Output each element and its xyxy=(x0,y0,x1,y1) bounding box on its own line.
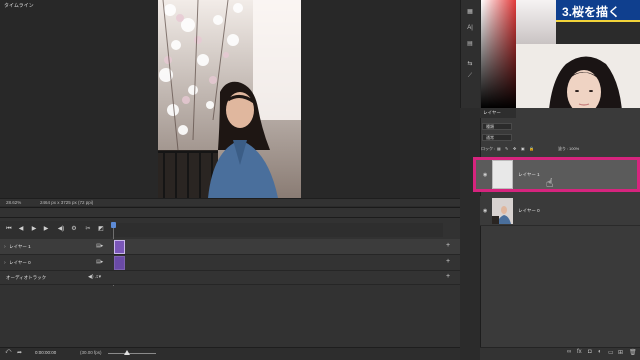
render-video-icon[interactable]: ➦ xyxy=(17,349,22,356)
track-row-audio[interactable]: オーディオトラック ◀) ♫▾ + xyxy=(0,271,460,285)
clip-layer-0[interactable] xyxy=(114,256,125,270)
color-field[interactable] xyxy=(481,0,516,108)
chevron-right-icon[interactable]: › xyxy=(4,244,6,250)
chapter-title: 3.桜を描く xyxy=(562,5,621,19)
transition-icon[interactable]: ◩ xyxy=(97,225,105,233)
convert-frame-icon[interactable]: ⤺ xyxy=(5,349,11,356)
panel-icon-strip xyxy=(460,0,480,108)
blend-mode-select[interactable]: 通常 xyxy=(482,134,512,141)
track-row-layer-0[interactable]: › レイヤー 0 ▤▸ + xyxy=(0,255,460,271)
go-to-first-frame-icon[interactable]: ⏮ xyxy=(5,225,13,233)
timeline-zoom-slider[interactable] xyxy=(108,353,156,354)
zoom-level[interactable]: 28.62% xyxy=(6,200,21,205)
lock-transparency-icon[interactable]: ▦ xyxy=(497,146,501,151)
lock-all-icon[interactable]: 🔒 xyxy=(529,146,534,151)
film-icon[interactable]: ▤▸ xyxy=(96,259,103,265)
chapter-title-card: 3.桜を描く xyxy=(556,0,640,22)
previous-frame-icon[interactable]: ◀ xyxy=(17,225,25,233)
add-media-icon[interactable]: + xyxy=(446,258,450,265)
layer-thumbnail xyxy=(492,198,513,224)
lock-move-icon[interactable]: ✥ xyxy=(513,146,516,151)
visibility-eye-icon[interactable]: ◉ xyxy=(483,172,487,178)
layers-panel-footer xyxy=(480,347,640,360)
hand-cursor-icon: ☝ xyxy=(546,176,554,190)
brush-settings-icon[interactable]: ⟋ xyxy=(465,72,475,80)
speaker-icon[interactable]: ◀) ♫▾ xyxy=(88,274,101,280)
visibility-eye-icon[interactable]: ◉ xyxy=(483,208,487,214)
timeline-zoom-handle[interactable] xyxy=(124,350,130,355)
character-icon[interactable]: A| xyxy=(465,24,475,32)
lock-artboard-icon[interactable]: ▣ xyxy=(521,146,525,151)
divider xyxy=(0,217,460,218)
color-preview xyxy=(516,0,556,44)
lock-row: ロック : ▦ ✎ ✥ ▣ 🔒 塗り : 100% xyxy=(481,146,591,154)
status-bar: 28.62% 2464 px x 3725 px (72 ppi) xyxy=(0,198,460,206)
track-label: オーディオトラック xyxy=(6,275,47,280)
tab-layers[interactable]: レイヤー xyxy=(483,110,501,116)
fill-value[interactable]: 100% xyxy=(569,146,579,151)
timeline-tab[interactable]: タイムライン xyxy=(4,2,34,9)
adjustments-icon[interactable]: ▦ xyxy=(465,8,475,16)
properties-icon[interactable]: ⇆ xyxy=(465,60,475,68)
adjustment-layer-icon[interactable]: ◐ xyxy=(598,349,602,355)
film-icon[interactable]: ▤▸ xyxy=(96,243,103,249)
timecode: 0:00:00:00 xyxy=(35,350,57,355)
layer-mask-icon[interactable]: ◘ xyxy=(588,349,592,355)
layer-kind-filter[interactable]: 種類 xyxy=(482,123,512,130)
frame-rate: (30.00 fps) xyxy=(80,350,102,355)
audio-icon[interactable]: ◀) xyxy=(57,225,65,233)
track-label: レイヤー 1 xyxy=(9,244,31,249)
timeline-footer xyxy=(0,347,460,360)
layer-style-icon[interactable]: fx xyxy=(577,349,582,355)
split-clip-icon[interactable]: ✂ xyxy=(84,225,92,233)
track-row-layer-1[interactable]: › レイヤー 1 ▤▸ + xyxy=(0,239,460,255)
document-photo xyxy=(158,0,301,198)
chevron-right-icon[interactable]: › xyxy=(4,260,6,266)
next-frame-icon[interactable]: ▶ xyxy=(42,225,50,233)
layer-name[interactable]: レイヤー 1 xyxy=(518,172,540,178)
layer-thumbnail xyxy=(492,160,513,189)
new-group-icon[interactable]: ▭ xyxy=(608,349,614,356)
lock-paint-icon[interactable]: ✎ xyxy=(505,146,508,151)
new-layer-icon[interactable]: ⊞ xyxy=(618,349,623,356)
fill-label: 塗り : xyxy=(558,146,569,151)
clip-layer-1[interactable] xyxy=(114,240,125,254)
settings-icon[interactable]: ⚙ xyxy=(70,225,78,233)
play-icon[interactable]: ▶ xyxy=(30,225,38,233)
track-label: レイヤー 0 xyxy=(9,260,31,265)
blend-mode-value: 通常 xyxy=(486,135,494,140)
kind-filter-label: 種類 xyxy=(486,124,494,129)
link-layers-icon[interactable]: ∞ xyxy=(567,349,571,355)
layer-name[interactable]: レイヤー 0 xyxy=(518,208,540,214)
delete-layer-icon[interactable]: 🗑 xyxy=(629,349,637,356)
lock-label: ロック : xyxy=(481,146,496,151)
document-size: 2464 px x 3725 px (72 ppi) xyxy=(40,200,94,205)
paragraph-icon[interactable]: ▤ xyxy=(465,40,475,48)
add-audio-icon[interactable]: + xyxy=(446,273,450,280)
time-ruler[interactable] xyxy=(111,223,443,237)
add-media-icon[interactable]: + xyxy=(446,242,450,249)
